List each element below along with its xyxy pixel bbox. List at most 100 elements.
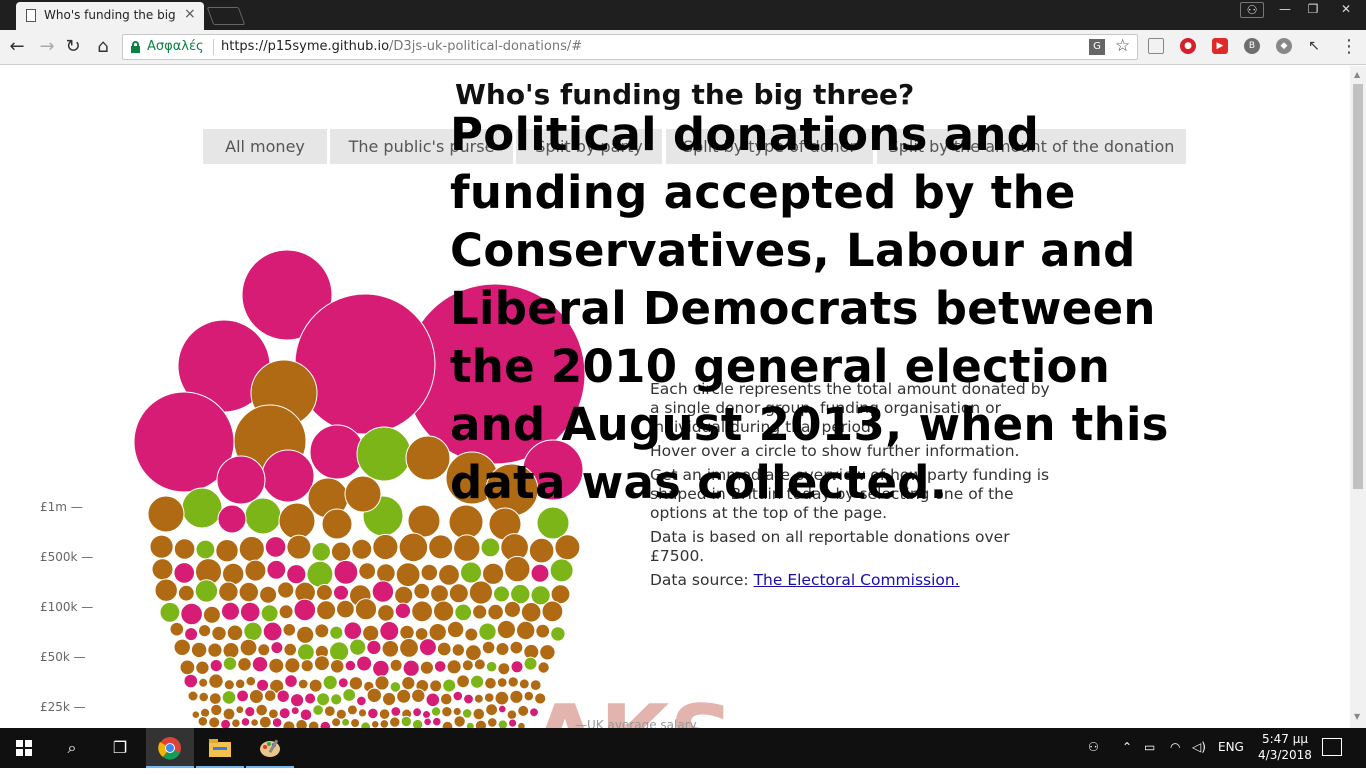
donor-bubble[interactable]: [198, 624, 212, 638]
donor-bubble[interactable]: [463, 693, 474, 705]
donor-bubble[interactable]: [529, 679, 542, 691]
donor-bubble[interactable]: [221, 601, 240, 621]
donor-bubble[interactable]: [294, 293, 436, 435]
donor-bubble[interactable]: [173, 538, 196, 560]
donor-bubble[interactable]: [187, 690, 199, 702]
forward-arrow-icon[interactable]: →: [36, 36, 58, 58]
profile-icon[interactable]: ⚇: [1240, 2, 1264, 18]
donor-bubble[interactable]: [440, 692, 453, 706]
donor-bubble[interactable]: [257, 643, 271, 657]
donor-bubble[interactable]: [248, 689, 264, 704]
chrome-app-icon[interactable]: [146, 728, 194, 768]
donor-bubble[interactable]: [429, 679, 443, 693]
donor-bubble[interactable]: [473, 693, 484, 704]
donor-bubble[interactable]: [411, 600, 434, 623]
donor-bubble[interactable]: [494, 690, 510, 706]
donor-bubble[interactable]: [428, 534, 454, 560]
donor-bubble[interactable]: [446, 659, 462, 675]
donor-bubble[interactable]: [460, 561, 482, 584]
donor-bubble[interactable]: [222, 656, 238, 671]
donor-bubble[interactable]: [389, 658, 403, 672]
donor-bubble[interactable]: [337, 677, 349, 689]
donor-bubble[interactable]: [356, 695, 367, 707]
donor-bubble[interactable]: [433, 600, 455, 622]
donor-bubble[interactable]: [453, 534, 481, 562]
donor-bubble[interactable]: [313, 655, 330, 672]
donor-bubble[interactable]: [399, 638, 419, 658]
donor-bubble[interactable]: [539, 644, 556, 661]
donor-bubble[interactable]: [151, 558, 174, 581]
off-extension-icon[interactable]: ◆: [1276, 38, 1292, 54]
donor-bubble[interactable]: [330, 693, 343, 706]
donor-bubble[interactable]: [197, 716, 209, 727]
donor-bubble[interactable]: [356, 655, 373, 672]
donor-bubble[interactable]: [419, 660, 434, 675]
donor-bubble[interactable]: [366, 687, 382, 703]
donor-bubble[interactable]: [451, 643, 465, 657]
donor-bubble[interactable]: [238, 581, 260, 603]
donor-bubble[interactable]: [271, 717, 283, 728]
donor-bubble[interactable]: [295, 719, 308, 729]
donor-bubble[interactable]: [147, 495, 185, 533]
donor-bubble[interactable]: [399, 624, 415, 641]
donor-bubble[interactable]: [423, 717, 432, 727]
donor-bubble[interactable]: [316, 600, 337, 621]
donor-bubble[interactable]: [504, 555, 531, 583]
donor-bubble[interactable]: [377, 604, 395, 622]
donor-bubble[interactable]: [516, 620, 536, 641]
donor-bubble[interactable]: [314, 623, 330, 639]
donor-bubble[interactable]: [411, 718, 424, 728]
volume-icon[interactable]: ◁): [1192, 740, 1206, 754]
donor-bubble[interactable]: [255, 703, 269, 717]
translate-icon[interactable]: G: [1089, 39, 1105, 55]
donor-bubble[interactable]: [495, 642, 510, 656]
donor-bubble[interactable]: [286, 534, 312, 560]
donor-bubble[interactable]: [312, 704, 324, 716]
donor-bubble[interactable]: [329, 659, 345, 674]
donor-bubble[interactable]: [529, 707, 539, 718]
donor-bubble[interactable]: [308, 678, 323, 693]
donor-bubble[interactable]: [433, 660, 447, 673]
donor-bubble[interactable]: [372, 533, 399, 561]
donor-bubble[interactable]: [179, 659, 196, 676]
address-bar[interactable]: Ασφαλές https://p15syme.github.io/D3js-u…: [122, 34, 1138, 60]
b-extension-icon[interactable]: B: [1244, 38, 1260, 54]
cast-icon[interactable]: [1148, 38, 1164, 54]
donor-bubble[interactable]: [239, 601, 261, 623]
donor-bubble[interactable]: [497, 719, 508, 728]
donor-bubble[interactable]: [528, 537, 555, 564]
donor-bubble[interactable]: [329, 641, 350, 662]
donor-bubble[interactable]: [222, 707, 236, 721]
donor-bubble[interactable]: [331, 717, 342, 728]
donor-bubble[interactable]: [210, 703, 223, 717]
donor-bubble[interactable]: [378, 708, 391, 720]
donor-bubble[interactable]: [330, 541, 352, 562]
donor-bubble[interactable]: [244, 559, 267, 582]
data-source-link[interactable]: The Electoral Commission.: [754, 571, 960, 589]
donor-bubble[interactable]: [441, 706, 453, 718]
donor-bubble[interactable]: [372, 659, 390, 678]
donor-bubble[interactable]: [523, 690, 535, 702]
donor-bubble[interactable]: [260, 604, 279, 623]
donor-bubble[interactable]: [278, 604, 294, 620]
media-extension-icon[interactable]: ▶: [1212, 38, 1228, 54]
donor-bubble[interactable]: [244, 706, 256, 718]
donor-bubble[interactable]: [221, 690, 237, 705]
donor-bubble[interactable]: [480, 537, 501, 558]
restore-icon[interactable]: ❐: [1298, 0, 1328, 20]
scroll-down-icon[interactable]: ▼: [1354, 712, 1360, 721]
donor-bubble[interactable]: [297, 678, 309, 690]
donor-bubble[interactable]: [402, 659, 420, 677]
donor-bubble[interactable]: [401, 676, 416, 691]
donor-bubble[interactable]: [411, 688, 426, 703]
donor-bubble[interactable]: [195, 539, 216, 560]
donor-bubble[interactable]: [329, 625, 344, 640]
donor-bubble[interactable]: [208, 692, 222, 705]
donor-bubble[interactable]: [493, 585, 510, 603]
donor-bubble[interactable]: [316, 692, 331, 707]
donor-bubble[interactable]: [452, 690, 464, 702]
donor-bubble[interactable]: [370, 720, 380, 729]
donor-bubble[interactable]: [222, 642, 240, 659]
donor-bubble[interactable]: [374, 675, 390, 691]
donor-bubble[interactable]: [484, 677, 497, 690]
